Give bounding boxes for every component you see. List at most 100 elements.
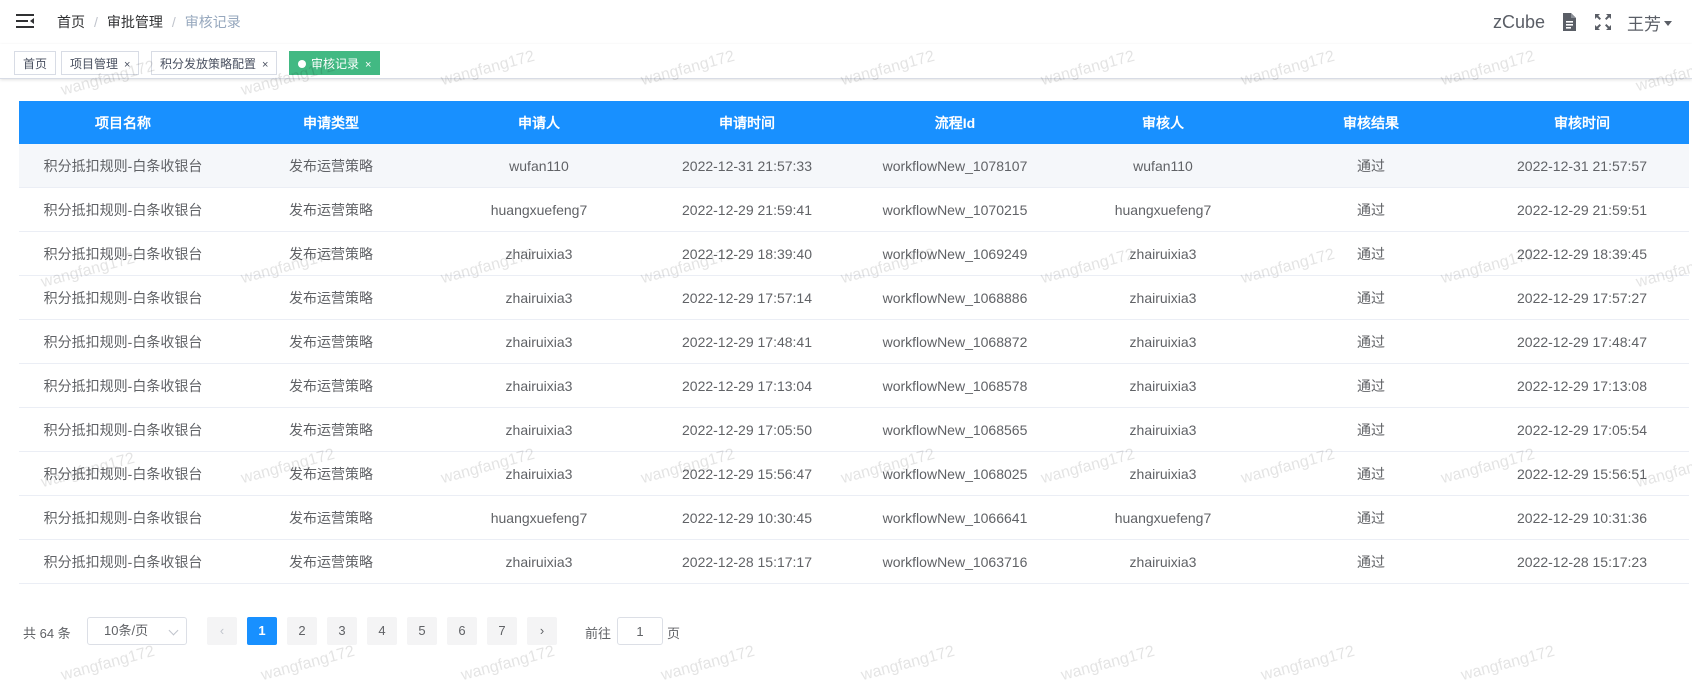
- cell-reviewer: huangxuefeng7: [1059, 187, 1267, 232]
- table-row[interactable]: 积分抵扣规则-白条收银台 发布运营策略 zhairuixia3 2022-12-…: [19, 319, 1689, 364]
- tag-audit-records[interactable]: 审核记录 ×: [289, 51, 381, 75]
- cell-process-id: workflowNew_1063716: [851, 539, 1059, 584]
- cell-process-id: workflowNew_1070215: [851, 187, 1059, 232]
- cell-process-id: workflowNew_1078107: [851, 144, 1059, 188]
- page-1-button[interactable]: 1: [247, 617, 277, 645]
- watermark-text: wangfang172: [659, 642, 757, 685]
- breadcrumb-item-approval[interactable]: 审批管理: [107, 14, 163, 30]
- cell-apply-type: 发布运营策略: [227, 275, 435, 320]
- tag-label: 首页: [23, 57, 48, 71]
- table-row[interactable]: 积分抵扣规则-白条收银台 发布运营策略 zhairuixia3 2022-12-…: [19, 231, 1689, 276]
- cell-apply-type: 发布运营策略: [227, 363, 435, 408]
- column-header-reviewer: 审核人: [1059, 101, 1267, 144]
- page-size-select[interactable]: 10条/页: [87, 617, 187, 645]
- close-icon[interactable]: ×: [262, 59, 268, 71]
- cell-project-name: 积分抵扣规则-白条收银台: [19, 187, 227, 232]
- cell-applicant: zhairuixia3: [435, 231, 643, 276]
- column-header-review-time: 审核时间: [1475, 101, 1689, 144]
- right-menu: zCube 王芳: [1493, 0, 1672, 44]
- tag-project-management[interactable]: 项目管理 ×: [61, 51, 140, 75]
- cell-review-result: 通过: [1267, 319, 1475, 364]
- page-4-button[interactable]: 4: [367, 617, 397, 645]
- cell-review-time: 2022-12-29 17:57:27: [1475, 275, 1689, 320]
- table-body: 积分抵扣规则-白条收银台 发布运营策略 wufan110 2022-12-31 …: [19, 144, 1689, 584]
- watermark-text: wangfang172: [1259, 642, 1357, 685]
- table-row[interactable]: 积分抵扣规则-白条收银台 发布运营策略 zhairuixia3 2022-12-…: [19, 363, 1689, 408]
- watermark-text: wangfang172: [259, 642, 357, 685]
- cell-apply-time: 2022-12-29 15:56:47: [643, 451, 851, 496]
- cell-review-time: 2022-12-29 18:39:45: [1475, 231, 1689, 276]
- pagination: 共 64 条 10条/页 ‹ 1 2 3 4 5 6 7 › 前往 页: [23, 617, 1423, 645]
- cell-reviewer: zhairuixia3: [1059, 407, 1267, 452]
- cell-reviewer: zhairuixia3: [1059, 231, 1267, 276]
- cell-project-name: 积分抵扣规则-白条收银台: [19, 407, 227, 452]
- cell-apply-time: 2022-12-29 21:59:41: [643, 187, 851, 232]
- cell-reviewer: wufan110: [1059, 144, 1267, 188]
- cell-process-id: workflowNew_1068886: [851, 275, 1059, 320]
- cell-review-time: 2022-12-31 21:57:57: [1475, 144, 1689, 188]
- cell-process-id: workflowNew_1069249: [851, 231, 1059, 276]
- column-header-process-id: 流程Id: [851, 101, 1059, 144]
- cell-project-name: 积分抵扣规则-白条收银台: [19, 363, 227, 408]
- cell-apply-time: 2022-12-29 10:30:45: [643, 495, 851, 540]
- breadcrumb-item-current: 审核记录: [184, 14, 241, 30]
- document-icon[interactable]: [1559, 12, 1579, 32]
- caret-down-icon: [1664, 20, 1672, 26]
- hamburger-icon[interactable]: [16, 13, 34, 29]
- breadcrumb-separator: /: [171, 14, 176, 30]
- page-5-button[interactable]: 5: [407, 617, 437, 645]
- tag-home[interactable]: 首页: [14, 51, 57, 75]
- cell-review-time: 2022-12-29 17:05:54: [1475, 407, 1689, 452]
- cell-applicant: zhairuixia3: [435, 275, 643, 320]
- cell-applicant: zhairuixia3: [435, 407, 643, 452]
- cell-apply-type: 发布运营策略: [227, 407, 435, 452]
- page-size-value: 10条/页: [104, 623, 149, 638]
- user-menu[interactable]: 王芳: [1627, 10, 1672, 35]
- table-row[interactable]: 积分抵扣规则-白条收银台 发布运营策略 huangxuefeng7 2022-1…: [19, 495, 1689, 540]
- close-icon[interactable]: ×: [124, 59, 130, 71]
- column-header-project-name: 项目名称: [19, 101, 227, 144]
- cell-review-result: 通过: [1267, 231, 1475, 276]
- cell-apply-time: 2022-12-29 17:48:41: [643, 319, 851, 364]
- active-dot-icon: [298, 59, 306, 68]
- cell-reviewer: zhairuixia3: [1059, 451, 1267, 496]
- page-3-button[interactable]: 3: [327, 617, 357, 645]
- breadcrumb-item-home[interactable]: 首页: [57, 14, 85, 30]
- tag-points-strategy[interactable]: 积分发放策略配置 ×: [151, 51, 278, 75]
- cell-review-time: 2022-12-29 10:31:36: [1475, 495, 1689, 540]
- page-7-button[interactable]: 7: [487, 617, 517, 645]
- table-row[interactable]: 积分抵扣规则-白条收银台 发布运营策略 wufan110 2022-12-31 …: [19, 144, 1689, 188]
- breadcrumb-separator: /: [94, 14, 98, 30]
- close-icon[interactable]: ×: [365, 59, 371, 71]
- fullscreen-icon[interactable]: [1593, 12, 1613, 32]
- prev-page-button[interactable]: ‹: [207, 617, 237, 645]
- cell-review-result: 通过: [1267, 451, 1475, 496]
- cell-applicant: zhairuixia3: [435, 319, 643, 364]
- jump-page-input[interactable]: [617, 617, 663, 645]
- cell-review-time: 2022-12-29 17:13:08: [1475, 363, 1689, 408]
- cell-reviewer: huangxuefeng7: [1059, 495, 1267, 540]
- total-count: 共 64 条: [23, 626, 71, 641]
- brand-name: zCube: [1492, 11, 1545, 32]
- table-row[interactable]: 积分抵扣规则-白条收银台 发布运营策略 huangxuefeng7 2022-1…: [19, 187, 1689, 232]
- table-row[interactable]: 积分抵扣规则-白条收银台 发布运营策略 zhairuixia3 2022-12-…: [19, 539, 1689, 584]
- table-row[interactable]: 积分抵扣规则-白条收银台 发布运营策略 zhairuixia3 2022-12-…: [19, 275, 1689, 320]
- cell-project-name: 积分抵扣规则-白条收银台: [19, 539, 227, 584]
- page-6-button[interactable]: 6: [447, 617, 477, 645]
- page-2-button[interactable]: 2: [287, 617, 317, 645]
- cell-process-id: workflowNew_1066641: [851, 495, 1059, 540]
- jump-suffix: 页: [667, 626, 681, 641]
- jump-label: 前往: [585, 626, 612, 641]
- table-row[interactable]: 积分抵扣规则-白条收银台 发布运营策略 zhairuixia3 2022-12-…: [19, 451, 1689, 496]
- cell-project-name: 积分抵扣规则-白条收银台: [19, 319, 227, 364]
- cell-applicant: wufan110: [435, 144, 643, 188]
- cell-applicant: zhairuixia3: [435, 363, 643, 408]
- user-name: 王芳: [1627, 14, 1661, 34]
- cell-review-result: 通过: [1267, 144, 1475, 188]
- cell-applicant: huangxuefeng7: [435, 495, 643, 540]
- cell-reviewer: zhairuixia3: [1059, 319, 1267, 364]
- cell-apply-type: 发布运营策略: [227, 319, 435, 364]
- table-row[interactable]: 积分抵扣规则-白条收银台 发布运营策略 zhairuixia3 2022-12-…: [19, 407, 1689, 452]
- cell-project-name: 积分抵扣规则-白条收银台: [19, 495, 227, 540]
- next-page-button[interactable]: ›: [527, 617, 557, 645]
